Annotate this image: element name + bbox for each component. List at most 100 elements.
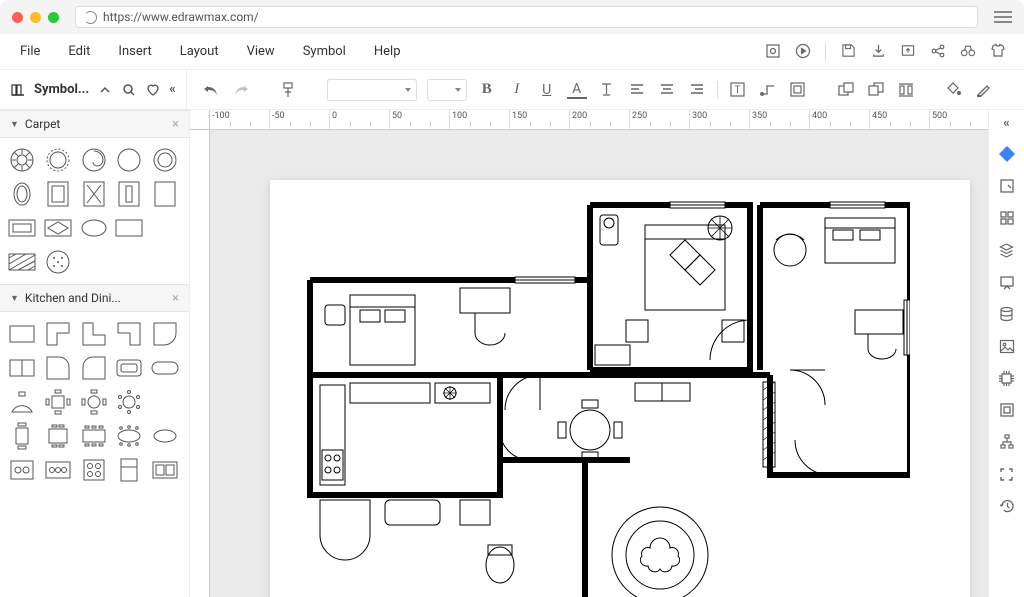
url-bar[interactable]: https://www.edrawmax.com/ <box>75 6 978 28</box>
screenshot-icon[interactable] <box>765 43 781 59</box>
fill-icon[interactable] <box>944 79 964 101</box>
data-icon[interactable] <box>998 305 1016 323</box>
shape-table-round4[interactable] <box>78 386 110 418</box>
shape-table-rect6[interactable] <box>78 420 110 452</box>
menu-edit[interactable]: Edit <box>54 44 104 59</box>
connector-icon[interactable] <box>758 79 778 101</box>
shape-carpet-oval[interactable] <box>6 178 38 210</box>
maximize-window[interactable] <box>48 12 59 23</box>
layers-icon[interactable] <box>998 241 1016 259</box>
cloud-up-icon[interactable] <box>900 43 916 59</box>
shape-sink[interactable] <box>113 352 145 384</box>
shape-counter-round-r[interactable] <box>78 352 110 384</box>
binoculars-icon[interactable] <box>960 43 976 59</box>
highlight-icon[interactable] <box>597 79 617 101</box>
format-painter-icon[interactable] <box>279 79 299 101</box>
close-group-icon[interactable]: × <box>172 291 179 306</box>
page-setup-icon[interactable] <box>998 177 1016 195</box>
shape-table-rect2[interactable] <box>6 420 38 452</box>
save-icon[interactable] <box>840 43 856 59</box>
send-back-icon[interactable] <box>836 79 856 101</box>
heart-icon[interactable] <box>145 83 161 97</box>
shape-table-rect4[interactable] <box>42 420 74 452</box>
shape-counter-straight[interactable] <box>6 318 38 350</box>
shape-counter-l1[interactable] <box>42 318 74 350</box>
container-icon[interactable] <box>788 79 808 101</box>
shape-carpet-rect-v[interactable] <box>113 178 145 210</box>
shape-format-icon[interactable] <box>998 145 1016 163</box>
shape-carpet-round-swirl[interactable] <box>78 144 110 176</box>
presentation-icon[interactable] <box>998 273 1016 291</box>
distribute-icon[interactable] <box>896 79 916 101</box>
font-color-icon[interactable]: A <box>567 81 587 99</box>
shape-carpet-h-rect[interactable] <box>6 212 38 244</box>
shape-carpet-round-double[interactable] <box>149 144 181 176</box>
shape-counter-l3[interactable] <box>113 318 145 350</box>
menu-layout[interactable]: Layout <box>166 44 233 59</box>
align-center-icon[interactable] <box>657 79 677 101</box>
menu-file[interactable]: File <box>6 44 54 59</box>
group-header-carpet[interactable]: ▼ Carpet × <box>0 110 189 138</box>
shape-carpet-rect-diamond[interactable] <box>78 178 110 210</box>
share-icon[interactable] <box>930 43 946 59</box>
image-icon[interactable] <box>998 337 1016 355</box>
collapse-left-icon[interactable]: « <box>169 82 176 97</box>
shape-counter-curve[interactable] <box>149 318 181 350</box>
font-size-select[interactable] <box>427 79 467 101</box>
shape-stove1[interactable] <box>6 454 38 486</box>
minimize-window[interactable] <box>30 12 41 23</box>
bold-icon[interactable]: B <box>477 79 497 101</box>
shirt-icon[interactable] <box>990 43 1006 59</box>
refresh-icon[interactable] <box>84 11 97 24</box>
close-group-icon[interactable]: × <box>172 117 179 132</box>
shape-fridge[interactable] <box>113 454 145 486</box>
text-box-icon[interactable]: T <box>728 79 748 101</box>
shape-table-oval8[interactable] <box>149 420 181 452</box>
shape-cabinet[interactable] <box>6 352 38 384</box>
shape-counter-l2[interactable] <box>78 318 110 350</box>
shape-carpet-round-plain[interactable] <box>113 144 145 176</box>
group-header-kitchen[interactable]: ▼ Kitchen and Dini... × <box>0 284 189 312</box>
shape-table-half[interactable] <box>6 386 38 418</box>
fullscreen-icon[interactable] <box>998 465 1016 483</box>
menu-symbol[interactable]: Symbol <box>289 44 360 59</box>
font-family-select[interactable] <box>327 79 417 101</box>
shape-cooktop[interactable] <box>149 454 181 486</box>
shape-carpet-round-sunburst[interactable] <box>6 144 38 176</box>
library-icon[interactable] <box>10 82 26 98</box>
menu-view[interactable]: View <box>233 44 289 59</box>
shape-stove4[interactable] <box>78 454 110 486</box>
search-icon[interactable] <box>121 83 137 97</box>
export-icon[interactable] <box>870 43 886 59</box>
shape-carpet-rect-frame[interactable] <box>42 178 74 210</box>
shape-carpet-dots[interactable] <box>42 246 74 278</box>
shape-carpet-rect-plain[interactable] <box>149 178 181 210</box>
line-color-icon[interactable] <box>974 79 994 101</box>
menu-help[interactable]: Help <box>360 44 415 59</box>
frame-icon[interactable] <box>998 401 1016 419</box>
shape-table-oval6[interactable] <box>113 420 145 452</box>
shape-table-round6[interactable] <box>113 386 145 418</box>
browser-menu-icon[interactable] <box>994 11 1012 23</box>
shape-carpet-h-diamond[interactable] <box>42 212 74 244</box>
shape-counter-round-l[interactable] <box>42 352 74 384</box>
align-left-icon[interactable] <box>627 79 647 101</box>
shape-carpet-h-plain[interactable] <box>113 212 145 244</box>
shape-pill[interactable] <box>149 352 181 384</box>
bring-front-icon[interactable] <box>866 79 886 101</box>
align-right-icon[interactable] <box>687 79 707 101</box>
history-icon[interactable] <box>998 497 1016 515</box>
shape-table-square4[interactable] <box>42 386 74 418</box>
shape-carpet-round-gear[interactable] <box>42 144 74 176</box>
shape-stove2[interactable] <box>42 454 74 486</box>
redo-icon[interactable] <box>231 79 251 101</box>
ai-chip-icon[interactable] <box>998 369 1016 387</box>
tree-icon[interactable] <box>998 433 1016 451</box>
floor-plan-drawing[interactable] <box>290 200 910 597</box>
play-icon[interactable] <box>795 43 811 59</box>
chevron-up-icon[interactable] <box>97 83 113 97</box>
drawing-page[interactable] <box>270 180 970 597</box>
canvas[interactable]: -100 -50 0 50 100 150 200 250 300 350 40… <box>190 110 988 597</box>
menu-insert[interactable]: Insert <box>104 44 165 59</box>
shape-carpet-hatch[interactable] <box>6 246 38 278</box>
